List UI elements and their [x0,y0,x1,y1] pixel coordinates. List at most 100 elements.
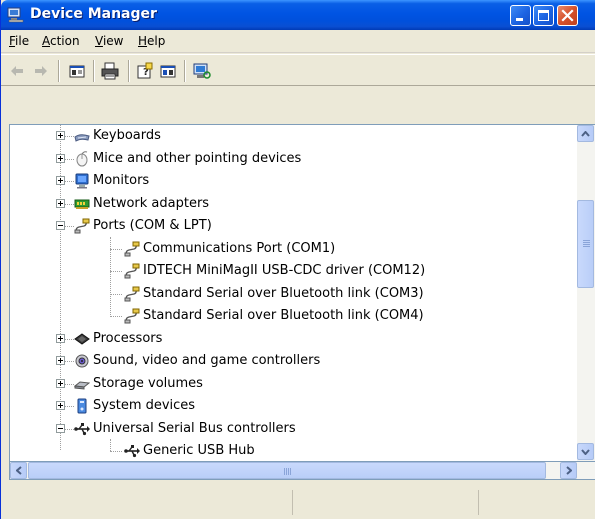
window-title: Device Manager [30,6,157,22]
network-adapter-icon [74,196,90,212]
tree-node-label: System devices [93,398,196,413]
update-driver-icon [160,65,176,78]
tree-category[interactable]: Processors [10,328,577,350]
tree-node-label: Processors [93,330,163,346]
horizontal-scrollbar[interactable] [9,462,595,480]
tree-category[interactable]: Network adapters [10,193,577,215]
tree-category[interactable]: Mice and other pointing devices [10,148,577,170]
menu-help[interactable]: Help [138,34,165,48]
tree-connector-line [110,451,122,452]
minimize-button[interactable] [510,5,531,26]
chevron-down-icon [581,448,590,455]
tree-category[interactable]: Keyboards [10,125,577,147]
toolbar-separator [128,60,130,82]
chevron-right-icon [565,466,572,475]
horizontal-scroll-thumb[interactable] [28,462,546,479]
port-icon [124,286,140,302]
status-pane [293,490,479,515]
chevron-left-icon [15,466,22,475]
menu-file[interactable]: File [9,34,29,48]
scan-hardware-button[interactable] [192,61,212,81]
tree-node-label: Monitors [93,173,150,188]
port-icon [74,218,90,234]
help-icon: ? [137,62,153,79]
tree-node-label: Network adapters [93,195,210,211]
forward-button[interactable] [31,61,51,81]
tree-device[interactable]: Standard Serial over Bluetooth link (COM… [10,283,577,305]
menu-view[interactable]: View [95,34,123,48]
maximize-button[interactable] [533,5,554,26]
properties-icon [69,65,85,78]
tree-node-label: Universal Serial Bus controllers [93,420,296,436]
close-button[interactable] [557,5,578,26]
scroll-left-button[interactable] [10,462,27,479]
chevron-up-icon [581,130,590,137]
computer-management-icon [7,7,24,23]
tree-category[interactable]: Sound, video and game controllers [10,350,577,372]
usb-icon [74,421,90,437]
menu-action[interactable]: Action [42,34,80,48]
tree-node-label: Communications Port (COM1) [143,240,336,256]
monitor-icon [74,173,90,189]
tree-category[interactable]: Storage volumes [10,373,577,395]
tree-connector-line [110,293,122,295]
storage-icon [73,376,91,392]
device-manager-window: Device Manager File Action View Help ? K… [0,0,595,519]
expand-icon[interactable] [56,176,65,185]
processor-icon [74,331,90,347]
expand-icon[interactable] [56,153,65,163]
tree-category[interactable]: System devices [10,395,577,417]
toolbar-separator [184,60,186,82]
title-bar[interactable]: Device Manager [1,0,595,30]
tree-connector-line [110,316,122,317]
tree-device[interactable]: IDTECH MiniMagII USB-CDC driver (COM12) [10,260,577,282]
help-button[interactable]: ? [135,61,155,81]
device-tree[interactable]: Keyboards Mice and other pointing devices… [9,124,595,462]
collapse-icon[interactable] [56,221,65,230]
vertical-scroll-thumb[interactable] [577,200,594,288]
vertical-scrollbar[interactable] [577,125,595,461]
scroll-up-button[interactable] [577,125,594,142]
tree-node-label: Standard Serial over Bluetooth link (COM… [143,285,424,301]
print-button[interactable] [100,61,120,81]
expand-icon[interactable] [56,401,65,410]
close-icon [561,9,574,22]
tree-node-label: Keyboards [93,128,161,143]
tree-node-label: Ports (COM & LPT) [93,218,212,233]
expand-icon[interactable] [56,198,65,208]
scroll-down-button[interactable] [577,443,594,460]
expand-icon[interactable] [56,131,65,140]
back-button[interactable] [7,61,27,81]
properties-button[interactable] [67,61,87,81]
expand-icon[interactable] [56,333,65,343]
collapse-icon[interactable] [56,423,65,433]
tree-category[interactable]: Ports (COM & LPT) [10,215,577,237]
port-icon [124,308,140,324]
scroll-right-button[interactable] [560,462,577,479]
menu-bar: File Action View Help [1,30,595,53]
tree-device[interactable]: Standard Serial over Bluetooth link (COM… [10,305,577,327]
tree-device[interactable]: Generic USB Hub [10,440,577,461]
tree-category[interactable]: Monitors [10,170,577,192]
usb-icon [124,443,140,459]
scan-hardware-icon [193,63,211,79]
print-icon [101,62,119,80]
tree-node-label: Mice and other pointing devices [93,150,302,166]
tree-node-label: Generic USB Hub [143,443,255,458]
expand-icon[interactable] [56,356,65,365]
expand-icon[interactable] [56,378,65,388]
back-arrow-icon [11,66,23,76]
tree-device[interactable]: Communications Port (COM1) [10,238,577,260]
tree-node-label: IDTECH MiniMagII USB-CDC driver (COM12) [143,263,426,278]
tree-category[interactable]: Universal Serial Bus controllers [10,418,577,440]
minimize-icon [516,18,523,21]
forward-arrow-icon [35,66,47,76]
tree-node-label: Sound, video and game controllers [93,353,321,368]
toolbar-separator [93,60,95,82]
port-icon [124,263,140,279]
tree-node-label: Storage volumes [93,375,203,391]
status-pane [1,490,293,515]
mouse-icon [74,150,90,167]
update-driver-button[interactable] [158,61,178,81]
tree-connector-line [110,248,122,250]
